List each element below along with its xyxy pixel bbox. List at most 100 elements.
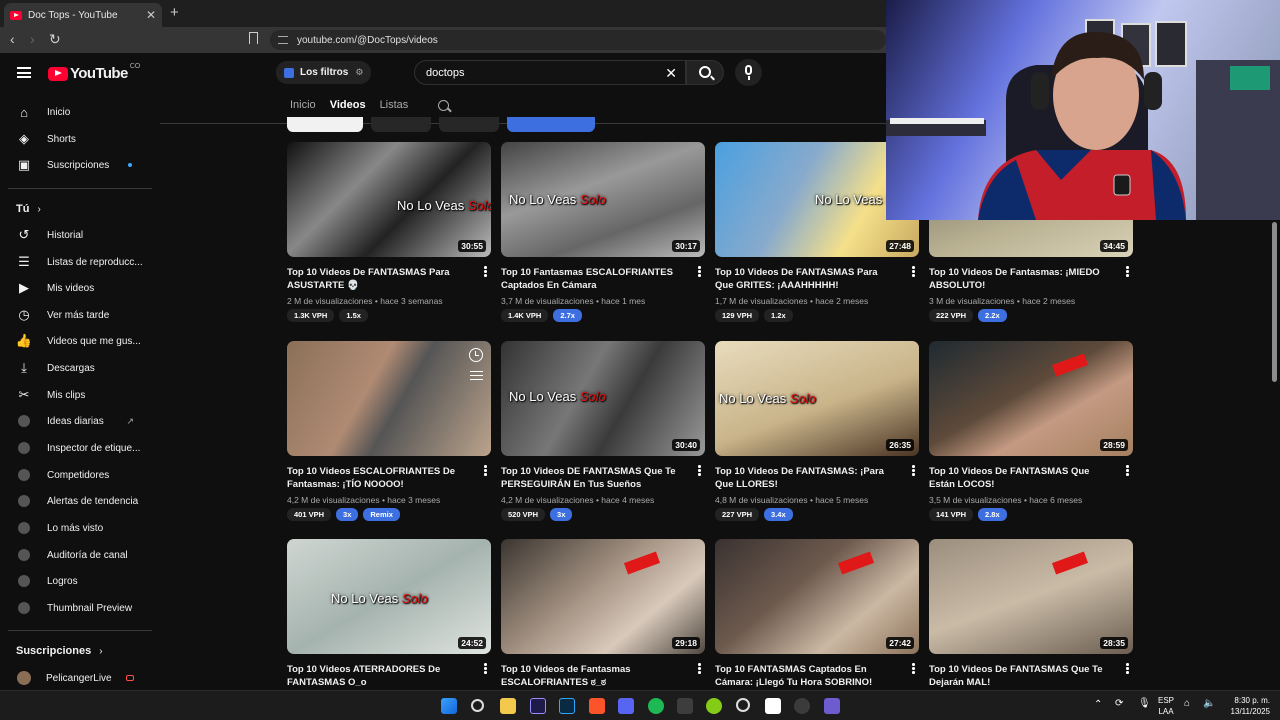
video-card[interactable]: 27:42 Top 10 FANTASMAS Captados En Cámara… xyxy=(715,539,919,688)
more-options-icon[interactable] xyxy=(912,266,915,277)
tab-close-icon[interactable]: ✕ xyxy=(146,8,156,22)
search-icon[interactable] xyxy=(471,699,484,712)
sidebar-subscriptions-header[interactable]: Suscripciones › xyxy=(16,645,103,657)
app-icon[interactable] xyxy=(824,698,840,714)
url-field[interactable]: youtube.com/@DocTops/videos xyxy=(270,30,886,50)
chip-antiguos[interactable] xyxy=(439,117,499,132)
video-title[interactable]: Top 10 Videos De FANTASMAS Que Te Dejará… xyxy=(929,663,1111,689)
app-icon[interactable] xyxy=(706,698,722,714)
sidebar-item-descargas[interactable]: ⤓ Descargas xyxy=(8,355,148,381)
sidebar-item-auditoria[interactable]: Auditoría de canal xyxy=(8,542,148,568)
video-card[interactable]: Top 10 Videos ESCALOFRIANTES De Fantasma… xyxy=(287,341,491,521)
watch-later-icon[interactable] xyxy=(469,348,483,362)
sidebar-item-historial[interactable]: ↺ Historial xyxy=(8,222,148,248)
video-title[interactable]: Top 10 Videos De FANTASMAS: ¡Para Que LL… xyxy=(715,465,897,491)
video-title[interactable]: Top 10 Videos De FANTASMAS Que Están LOC… xyxy=(929,465,1111,491)
tab-videos[interactable]: Videos xyxy=(330,99,366,111)
sidebar-item-logros[interactable]: Logros xyxy=(8,568,148,594)
video-card[interactable]: No Lo Veas Solo 30:55 Top 10 Videos De FAN… xyxy=(287,142,491,322)
video-title[interactable]: Top 10 Videos de Fantasmas ESCALOFRIANTE… xyxy=(501,663,683,689)
reload-icon[interactable]: ↻ xyxy=(49,31,61,48)
sidebar-item-competidores[interactable]: Competidores xyxy=(8,462,148,488)
volume-icon[interactable]: 🔈 xyxy=(1203,698,1215,709)
spotify-icon[interactable] xyxy=(648,698,664,714)
browser-tab[interactable]: Doc Tops - YouTube ✕ xyxy=(4,3,162,27)
more-options-icon[interactable] xyxy=(912,465,915,476)
back-icon[interactable]: ‹ xyxy=(10,31,15,47)
video-thumbnail[interactable]: 29:18 xyxy=(501,539,705,654)
video-thumbnail[interactable]: No Lo Veas Solo 30:40 xyxy=(501,341,705,456)
sidebar-item-ver-mas-tarde[interactable]: ◷ Ver más tarde xyxy=(8,302,148,328)
video-thumbnail[interactable]: 28:59 xyxy=(929,341,1133,456)
menu-icon[interactable] xyxy=(17,67,31,78)
sidebar-item-mis-clips[interactable]: ✂ Mis clips xyxy=(8,382,148,408)
video-card[interactable]: 28:59 Top 10 Videos De FANTASMAS Que Está… xyxy=(929,341,1133,521)
more-options-icon[interactable] xyxy=(1126,465,1129,476)
add-to-queue-icon[interactable] xyxy=(470,371,483,380)
chip-recientes[interactable] xyxy=(287,117,363,132)
site-info-icon[interactable] xyxy=(278,36,288,44)
windows-start-icon[interactable] xyxy=(441,698,457,714)
video-title[interactable]: Top 10 Videos De FANTASMAS Para ASUSTART… xyxy=(287,266,469,292)
youtube-logo[interactable]: YouTube CO xyxy=(48,63,140,82)
premiere-icon[interactable] xyxy=(530,698,546,714)
channel-search-icon[interactable] xyxy=(438,100,449,111)
sidebar-item-ideas-diarias[interactable]: Ideas diarias ↗ xyxy=(8,408,148,434)
video-thumbnail[interactable]: No Lo Veas Solo 24:52 xyxy=(287,539,491,654)
video-title[interactable]: Top 10 Videos ATERRADORES De FANTASMAS O… xyxy=(287,663,469,689)
search-button[interactable] xyxy=(686,60,724,85)
sidebar-item-alertas[interactable]: Alertas de tendencia xyxy=(8,488,148,514)
brave-icon[interactable] xyxy=(589,698,605,714)
video-title[interactable]: Top 10 Videos De Fantasmas: ¡MIEDO ABSOL… xyxy=(929,266,1111,292)
video-thumbnail[interactable]: No Lo Veas Solo 30:55 xyxy=(287,142,491,257)
video-card[interactable]: No Lo Veas Solo 30:17 Top 10 Fantasmas ESC… xyxy=(501,142,705,322)
language-indicator[interactable]: ESP LAA xyxy=(1158,695,1174,717)
filters-button[interactable]: Los filtros ⚙ xyxy=(276,61,372,84)
more-options-icon[interactable] xyxy=(484,465,487,476)
tab-inicio[interactable]: Inicio xyxy=(290,99,316,111)
app-icon[interactable] xyxy=(794,698,810,714)
sidebar-item-mis-videos[interactable]: ▶ Mis videos xyxy=(8,275,148,301)
video-card[interactable]: No Lo Veas Solo 26:35 Top 10 Videos De FAN… xyxy=(715,341,919,521)
tray-chevron-icon[interactable]: ⌃ xyxy=(1094,699,1102,710)
video-card[interactable]: No Lo Veas Solo 24:52 Top 10 Videos ATERRA… xyxy=(287,539,491,688)
more-options-icon[interactable] xyxy=(1126,663,1129,674)
video-card[interactable]: No Lo Veas Solo 30:40 Top 10 Videos DE FAN… xyxy=(501,341,705,521)
chip-populares[interactable] xyxy=(371,117,431,132)
discord-icon[interactable] xyxy=(618,698,634,714)
clock[interactable]: 8:30 p. m. 13/11/2025 xyxy=(1226,695,1270,717)
tab-listas[interactable]: Listas xyxy=(380,99,409,111)
file-explorer-icon[interactable] xyxy=(500,698,516,714)
notion-icon[interactable] xyxy=(765,698,781,714)
video-title[interactable]: Top 10 Fantasmas ESCALOFRIANTES Captados… xyxy=(501,266,683,292)
photoshop-icon[interactable] xyxy=(559,698,575,714)
sidebar-item-inspector[interactable]: Inspector de etique... xyxy=(8,435,148,461)
more-options-icon[interactable] xyxy=(484,266,487,277)
more-options-icon[interactable] xyxy=(698,465,701,476)
video-thumbnail[interactable]: 28:35 xyxy=(929,539,1133,654)
sidebar-item-shorts[interactable]: ◈ Shorts xyxy=(8,126,148,152)
more-options-icon[interactable] xyxy=(698,663,701,674)
obs-icon[interactable] xyxy=(736,698,750,712)
sidebar-you-header[interactable]: Tú › xyxy=(16,203,41,215)
forward-icon[interactable]: › xyxy=(30,31,35,47)
sidebar-item-listas[interactable]: ☰ Listas de reproducc... xyxy=(8,249,148,275)
video-title[interactable]: Top 10 Videos DE FANTASMAS Que Te PERSEG… xyxy=(501,465,683,491)
clear-search-icon[interactable]: ✕ xyxy=(665,65,677,82)
more-options-icon[interactable] xyxy=(698,266,701,277)
remix-button[interactable]: Remix xyxy=(363,508,400,521)
more-options-icon[interactable] xyxy=(1126,266,1129,277)
tray-app-icon[interactable]: ⟳ xyxy=(1115,698,1123,709)
video-card[interactable]: 29:18 Top 10 Videos de Fantasmas ESCALOFR… xyxy=(501,539,705,688)
more-options-icon[interactable] xyxy=(912,663,915,674)
app-icon[interactable] xyxy=(677,698,693,714)
page-scrollbar[interactable] xyxy=(1272,222,1277,382)
network-icon[interactable]: ⌂ xyxy=(1184,698,1190,709)
sidebar-item-thumbnail-preview[interactable]: Thumbnail Preview xyxy=(8,595,148,621)
video-thumbnail[interactable] xyxy=(287,341,491,456)
sidebar-item-lo-mas-visto[interactable]: Lo más visto xyxy=(8,515,148,541)
video-thumbnail[interactable]: 27:42 xyxy=(715,539,919,654)
video-title[interactable]: Top 10 Videos De FANTASMAS Para Que GRIT… xyxy=(715,266,897,292)
sidebar-item-pelicangerlive[interactable]: PelicangerLive xyxy=(8,665,148,691)
video-card[interactable]: 28:35 Top 10 Videos De FANTASMAS Que Te D… xyxy=(929,539,1133,688)
